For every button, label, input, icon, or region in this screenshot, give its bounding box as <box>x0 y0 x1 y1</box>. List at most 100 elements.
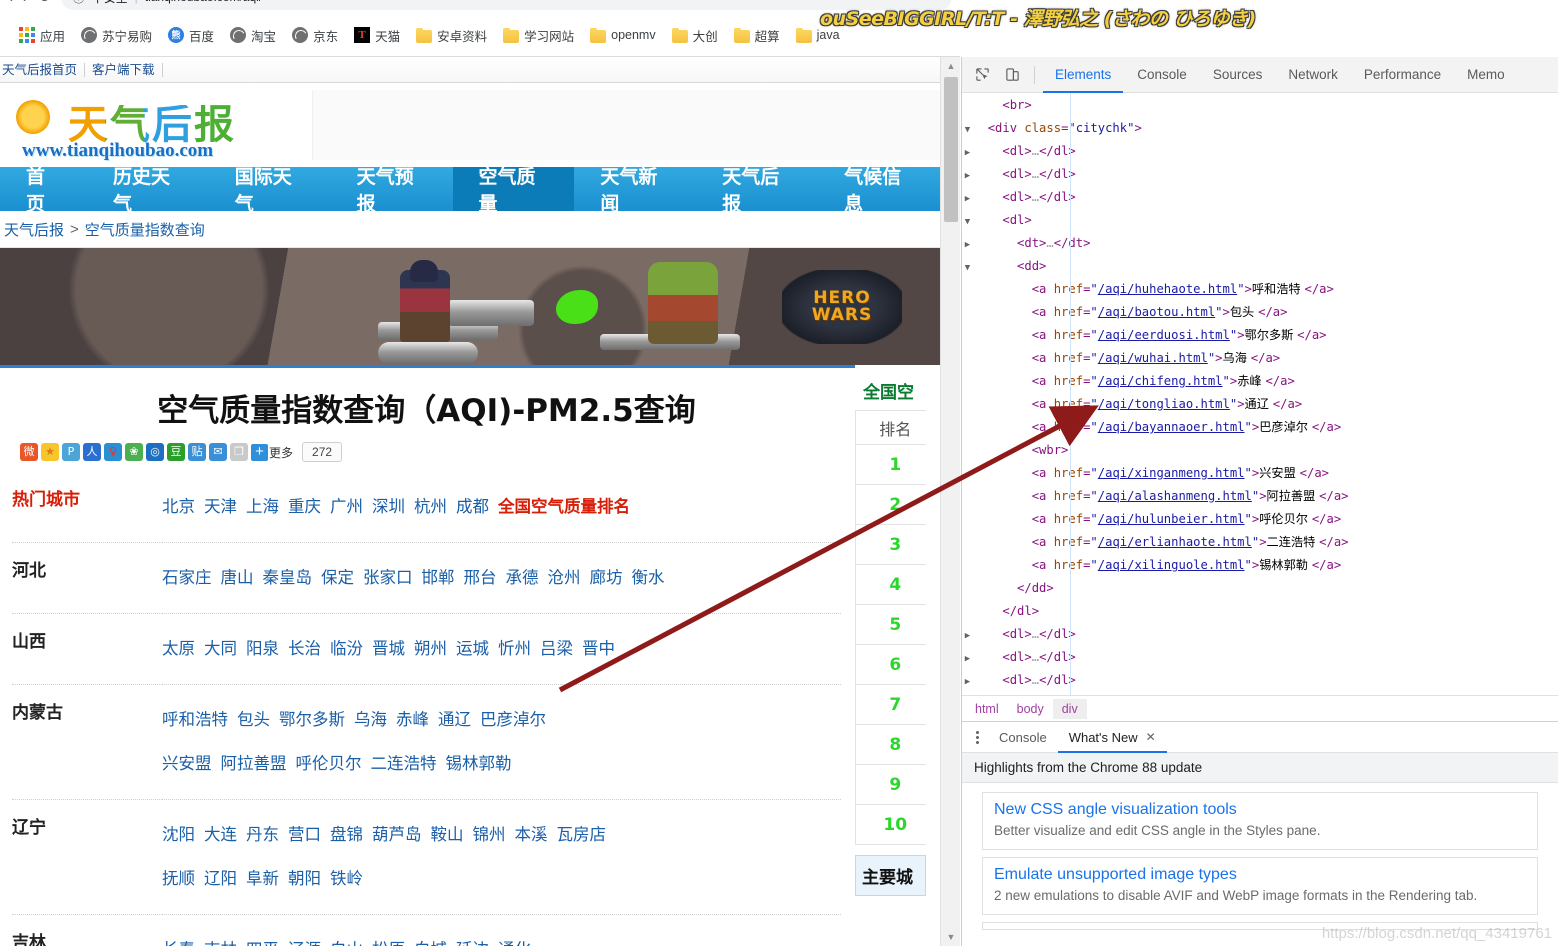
city-link[interactable]: 晋城 <box>372 640 405 658</box>
inspect-element-icon[interactable] <box>968 62 996 88</box>
city-link[interactable]: 临汾 <box>330 640 363 658</box>
twisty-icon[interactable] <box>962 373 973 394</box>
city-link[interactable]: 承德 <box>506 569 539 587</box>
breadcrumb-current[interactable]: 空气质量指数查询 <box>85 219 205 240</box>
dom-node-row[interactable]: ▶ <dl>…</dl> <box>962 187 1558 210</box>
city-link[interactable]: 太原 <box>162 640 195 658</box>
twisty-icon[interactable]: ▼ <box>962 258 973 279</box>
city-link[interactable]: 呼和浩特 <box>162 711 228 729</box>
twisty-icon[interactable] <box>962 557 973 578</box>
city-link[interactable]: 抚顺 <box>162 870 195 888</box>
site-logo[interactable]: 天气后报 www.tianqihoubao.com <box>12 86 292 164</box>
city-link[interactable]: 白城 <box>414 941 447 946</box>
tab-sources[interactable]: Sources <box>1201 57 1275 93</box>
dom-node-row[interactable]: <a href="/aqi/baotou.html">包头 </a> <box>962 302 1558 325</box>
city-link[interactable]: 丹东 <box>246 826 279 844</box>
kaixin-icon[interactable]: 人 <box>83 443 101 461</box>
twisty-icon[interactable]: ▶ <box>962 189 973 210</box>
city-link[interactable]: 保定 <box>321 569 354 587</box>
ad-banner[interactable]: HERO WARS <box>0 248 940 365</box>
qzone-icon[interactable]: ★ <box>41 443 59 461</box>
breadcrumb-root[interactable]: 天气后报 <box>4 219 64 240</box>
city-link[interactable]: 包头 <box>237 711 270 729</box>
bookmark-jd[interactable]: 京东 <box>285 23 345 48</box>
forward-arrow-icon[interactable]: › <box>23 0 28 5</box>
city-link[interactable]: 邯郸 <box>422 569 455 587</box>
bookmark-folder-android[interactable]: 安卓资料 <box>409 23 494 48</box>
nav-item-history[interactable]: 历史天气 <box>87 166 209 215</box>
twisty-icon[interactable]: ▶ <box>962 649 973 670</box>
twisty-icon[interactable] <box>962 488 973 509</box>
dom-node-row[interactable]: <br> <box>962 95 1558 118</box>
dom-node-row[interactable]: ▶ <dl>…</dl> <box>962 670 1558 693</box>
card-title[interactable]: Emulate unsupported image types <box>994 866 1526 884</box>
twisty-icon[interactable] <box>962 580 973 601</box>
dom-node-row[interactable]: <a href="/aqi/wuhai.html">乌海 </a> <box>962 348 1558 371</box>
topbar-link-client-download[interactable]: 客户端下载 <box>85 62 163 77</box>
twisty-icon[interactable] <box>962 603 973 624</box>
breadcrumb-body[interactable]: body <box>1008 699 1053 719</box>
city-link[interactable]: 邢台 <box>464 569 497 587</box>
city-link[interactable]: 长治 <box>288 640 321 658</box>
twisty-icon[interactable] <box>962 304 973 325</box>
ad-logo[interactable]: HERO WARS <box>782 270 902 344</box>
sina-weibo-icon[interactable]: 微 <box>20 443 38 461</box>
city-link[interactable]: 秦皇岛 <box>263 569 313 587</box>
city-link[interactable]: 深圳 <box>372 498 405 516</box>
email-icon[interactable]: ✉ <box>209 443 227 461</box>
device-toolbar-icon[interactable] <box>998 62 1026 88</box>
twisty-icon[interactable] <box>962 419 973 440</box>
list-item[interactable]: Emulate unsupported image types 2 new em… <box>982 857 1538 915</box>
dom-node-row[interactable]: <wbr> <box>962 440 1558 463</box>
twisty-icon[interactable]: ▶ <box>962 166 973 187</box>
city-link[interactable]: 北京 <box>162 498 195 516</box>
topbar-link-home[interactable]: 天气后报首页 <box>2 62 86 77</box>
city-link[interactable]: 营口 <box>288 826 321 844</box>
tieba-icon[interactable]: ❀ <box>125 443 143 461</box>
dom-tree[interactable]: <br> ▼ <div class="citychk"> ▶ <dl>…</dl> ▶… <box>962 93 1558 695</box>
city-link[interactable]: 忻州 <box>498 640 531 658</box>
address-bar[interactable]: ⓘ 不安全 | tianqihoubao.com/aqi/ <box>60 0 952 10</box>
nav-item-international[interactable]: 国际天气 <box>209 166 331 215</box>
drawer-tab-whats-new[interactable]: What's New ✕ <box>1058 722 1167 753</box>
dom-node-row[interactable]: ▶ <dl>…</dl> <box>962 141 1558 164</box>
city-link[interactable]: 杭州 <box>414 498 447 516</box>
city-link[interactable]: 天津 <box>204 498 237 516</box>
bookmark-folder-dachuang[interactable]: 大创 <box>665 23 725 48</box>
city-link[interactable]: 石家庄 <box>162 569 212 587</box>
city-link[interactable]: 瓦房店 <box>557 826 607 844</box>
twisty-icon[interactable] <box>962 327 973 348</box>
dom-node-row[interactable]: </dd> <box>962 578 1558 601</box>
tab-network[interactable]: Network <box>1276 57 1350 93</box>
twisty-icon[interactable] <box>962 534 973 555</box>
scrollbar-thumb[interactable] <box>944 77 958 222</box>
city-link[interactable]: 沧州 <box>548 569 581 587</box>
city-links[interactable]: 沈阳 大连 丹东 营口 盘锦 葫芦岛 鞍山 锦州 本溪 瓦房店 抚顺 辽阳 阜新 朝阳 铁岭 <box>162 800 841 915</box>
bookmark-folder-chaosuan[interactable]: 超算 <box>727 23 787 48</box>
bookmark-baidu[interactable]: 熊 百度 <box>161 23 221 48</box>
city-link[interactable]: 重庆 <box>288 498 321 516</box>
twisty-icon[interactable] <box>962 511 973 532</box>
twisty-icon[interactable] <box>962 350 973 371</box>
reload-icon[interactable]: ↻ <box>38 0 51 5</box>
dom-node-row[interactable]: ▶ <dl>…</dl> <box>962 647 1558 670</box>
city-link[interactable]: 阳泉 <box>246 640 279 658</box>
city-link[interactable]: 辽源 <box>288 941 321 946</box>
city-link[interactable]: 广州 <box>330 498 363 516</box>
nav-item-forecast[interactable]: 天气预报 <box>331 166 453 215</box>
dom-node-row[interactable]: ▼ <dl> <box>962 210 1558 233</box>
tab-performance[interactable]: Performance <box>1352 57 1453 93</box>
city-link[interactable]: 白山 <box>330 941 363 946</box>
city-link[interactable]: 本溪 <box>515 826 548 844</box>
city-link[interactable]: 张家口 <box>363 569 413 587</box>
dom-node-row[interactable]: <a href="/aqi/alashanmeng.html">阿拉善盟 </a… <box>962 486 1558 509</box>
tab-elements[interactable]: Elements <box>1043 57 1123 93</box>
city-link[interactable]: 廊坊 <box>590 569 623 587</box>
city-link[interactable]: 阜新 <box>246 870 279 888</box>
city-link[interactable]: 晋中 <box>582 640 615 658</box>
city-link[interactable]: 上海 <box>246 498 279 516</box>
nav-item-news[interactable]: 天气新闻 <box>574 166 696 215</box>
city-link[interactable]: 大连 <box>204 826 237 844</box>
city-link[interactable]: 朔州 <box>414 640 447 658</box>
city-link[interactable]: 锡林郭勒 <box>446 755 512 773</box>
